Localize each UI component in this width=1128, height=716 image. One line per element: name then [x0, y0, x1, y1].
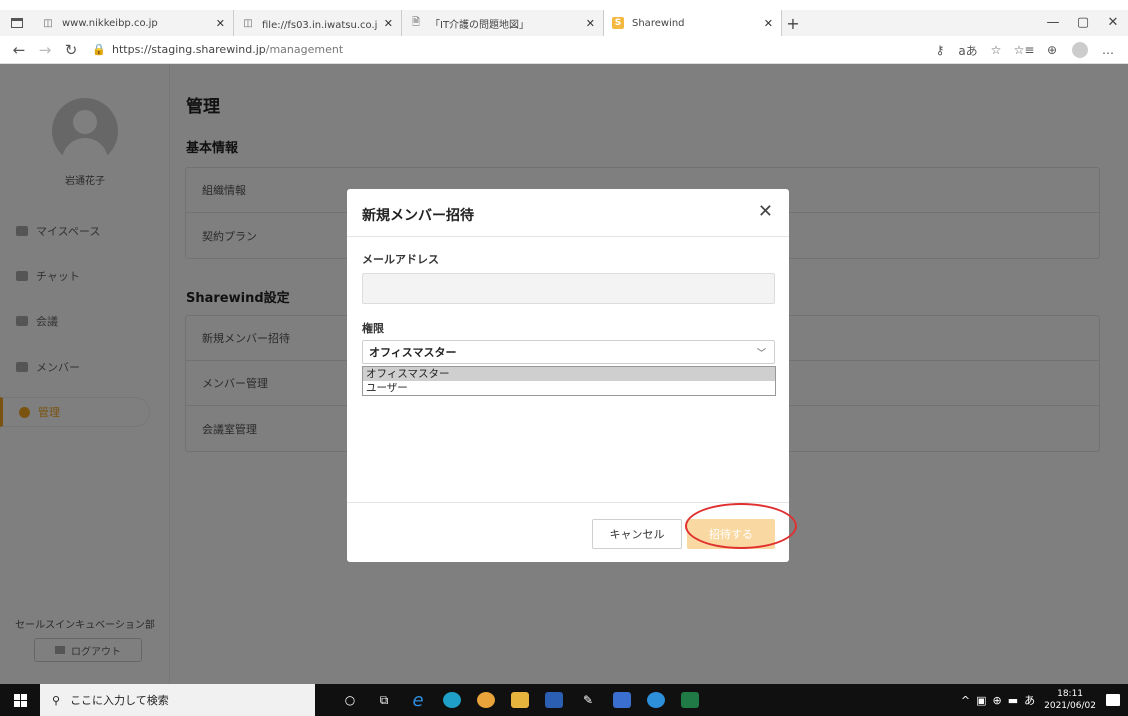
url-field[interactable]: 🔒 https://staging.sharewind.jp/managemen… [92, 43, 343, 56]
taskbar: ⚲ ここに入力して検索 ○ ⧉ e ✎ ^ ▣ ⊕ ▬ あ 18:11 2021… [0, 684, 1128, 716]
sharewind-favicon-icon: S [612, 17, 624, 29]
excel-icon[interactable] [677, 690, 703, 710]
screen-icon[interactable]: ▣ [976, 694, 986, 707]
url-host: https://staging.sharewind.jp [112, 43, 266, 56]
search-placeholder: ここに入力して検索 [70, 694, 169, 707]
url-path: /management [265, 43, 344, 56]
paint-icon[interactable]: ✎ [575, 690, 601, 710]
notification-icon[interactable] [1106, 694, 1120, 706]
highlight-circle [685, 503, 797, 549]
tab-nikkeibp[interactable]: ◫ www.nikkeibp.co.jp ✕ [34, 10, 234, 36]
read-aloud-icon[interactable]: aあ [954, 42, 982, 59]
cancel-button[interactable]: キャンセル [592, 519, 682, 549]
email-field[interactable] [362, 273, 775, 304]
tab-title: www.nikkeibp.co.jp [62, 17, 158, 29]
dialog-title: 新規メンバー招待 [362, 208, 474, 224]
word-icon[interactable] [541, 690, 567, 710]
refresh-icon[interactable]: ↻ [58, 41, 84, 59]
role-selected-value: オフィスマスター [369, 346, 457, 359]
edge-icon[interactable] [439, 690, 465, 710]
role-dropdown-list: オフィスマスター ユーザー [362, 366, 776, 396]
task-view-icon[interactable]: ⧉ [371, 690, 397, 710]
chevron-down-icon: ﹀ [756, 349, 766, 359]
search-icon: ⚲ [52, 693, 61, 707]
clock[interactable]: 18:11 2021/06/02 [1044, 688, 1096, 712]
browser-toolbar: ⚷ aあ ☆ ☆≡ ⊕ … [926, 36, 1122, 64]
close-tab-icon[interactable]: ✕ [586, 17, 595, 30]
close-icon[interactable]: ✕ [758, 201, 773, 222]
forward-arrow-icon[interactable]: → [32, 41, 58, 59]
maximize-button[interactable]: ▢ [1068, 10, 1098, 36]
profile-avatar[interactable] [1072, 42, 1088, 58]
clock-date: 2021/06/02 [1044, 701, 1096, 711]
system-tray: ^ ▣ ⊕ ▬ あ 18:11 2021/06/02 [958, 684, 1120, 716]
tab-title: 「IT介護の問題地図」 [430, 19, 530, 31]
close-tab-icon[interactable]: ✕ [384, 17, 393, 30]
chrome-icon[interactable] [473, 690, 499, 710]
chat-app-icon[interactable] [643, 690, 669, 710]
role-option-user[interactable]: ユーザー [363, 381, 775, 395]
chevron-up-icon[interactable]: ^ [961, 694, 970, 707]
page-icon: ◫ [243, 17, 253, 29]
tab-sharewind[interactable]: S Sharewind ✕ [604, 10, 782, 36]
network-icon[interactable]: ⊕ [993, 694, 1002, 707]
taskbar-apps: ○ ⧉ e ✎ [333, 690, 707, 711]
add-favorite-icon[interactable]: ☆ [982, 43, 1010, 57]
lock-icon: 🔒 [92, 43, 106, 56]
taskbar-search[interactable]: ⚲ ここに入力して検索 [40, 684, 315, 716]
tab-it-kaigo[interactable]: 🗎 「IT介護の問題地図」 ✕ [402, 10, 604, 36]
role-option-office-master[interactable]: オフィスマスター [363, 367, 775, 381]
windows-icon [13, 693, 27, 707]
role-select[interactable]: オフィスマスター ﹀ [362, 340, 775, 364]
key-icon[interactable]: ⚷ [926, 43, 954, 57]
close-window-button[interactable]: ✕ [1098, 10, 1128, 36]
tab-title: Sharewind [632, 17, 685, 29]
address-bar: ← → ↻ 🔒 https://staging.sharewind.jp/man… [0, 36, 1128, 64]
collections-icon[interactable]: ⊕ [1038, 43, 1066, 57]
new-tab-button[interactable]: + [782, 14, 804, 33]
close-tab-icon[interactable]: ✕ [764, 17, 773, 30]
tab-title: file://fs03.in.iwatsu.co.jp/セールス [262, 19, 378, 31]
page-icon: ◫ [43, 17, 53, 29]
app-window-icon[interactable] [609, 690, 635, 710]
clock-time: 18:11 [1057, 689, 1084, 699]
role-label: 権限 [362, 322, 384, 335]
tab-actions-icon[interactable] [0, 10, 34, 36]
tab-fileserver[interactable]: ◫ file://fs03.in.iwatsu.co.jp/セールス ✕ [234, 10, 402, 36]
minimize-button[interactable]: — [1038, 10, 1068, 36]
browser-tab-bar: ◫ www.nikkeibp.co.jp ✕ ◫ file://fs03.in.… [0, 10, 1128, 36]
close-tab-icon[interactable]: ✕ [216, 17, 225, 30]
dialog-header: 新規メンバー招待 ✕ [347, 189, 789, 237]
file-explorer-icon[interactable] [507, 690, 533, 710]
document-icon: 🗎 [411, 16, 421, 28]
email-label: メールアドレス [362, 253, 439, 266]
back-arrow-icon[interactable]: ← [6, 41, 32, 59]
internet-explorer-icon[interactable]: e [405, 690, 431, 711]
more-icon[interactable]: … [1094, 43, 1122, 57]
battery-icon[interactable]: ▬ [1008, 694, 1018, 707]
favorites-icon[interactable]: ☆≡ [1010, 43, 1038, 57]
ime-indicator[interactable]: あ [1024, 692, 1035, 708]
cortana-icon[interactable]: ○ [337, 690, 363, 710]
start-button[interactable] [0, 684, 40, 716]
